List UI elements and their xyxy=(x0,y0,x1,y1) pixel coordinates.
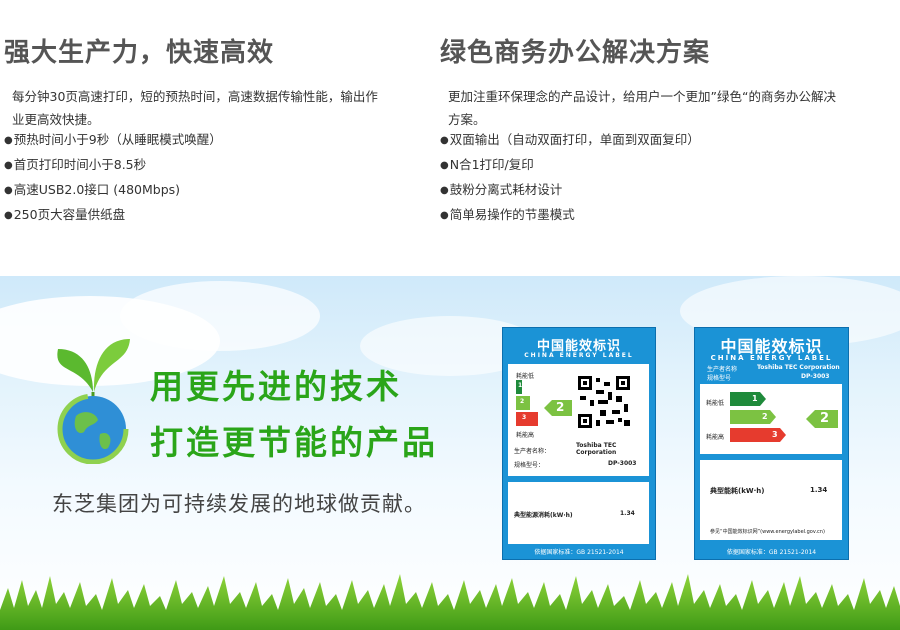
bullet-item: 预热时间小于9秒（从睡眠模式唤醒） xyxy=(4,128,222,153)
maker-value: Toshiba TEC Corporation xyxy=(757,364,840,371)
grade-3-text: 3 xyxy=(522,414,527,421)
high-energy-text: 耗能高 xyxy=(516,432,535,439)
label-energy-panel: 典型能耗(kW·h) 1.34 参见“中国能效标识网”(www.energyla… xyxy=(700,460,842,540)
label-standard: 依据国家标准：GB 21521-2014 xyxy=(534,549,624,556)
grade-bars-icon xyxy=(730,392,786,442)
maker-value: Toshiba TEC Corporation xyxy=(576,442,617,456)
grade-2-text: 2 xyxy=(520,398,525,405)
bullet-item: 鼓粉分离式耗材设计 xyxy=(440,178,700,203)
model-value: DP-3003 xyxy=(801,373,830,380)
grass-decoration xyxy=(0,574,900,630)
grade-1-text: 1 xyxy=(752,394,758,403)
model-value: DP-3003 xyxy=(608,460,637,467)
banner-subtitle: 东芝集团为可持续发展的地球做贡献。 xyxy=(52,492,426,516)
maker-label: 生产者名称： xyxy=(514,448,551,455)
productivity-title: 强大生产力，快速高效 xyxy=(4,38,275,68)
low-energy-text: 耗能低 xyxy=(516,373,535,380)
productivity-bullets: 预热时间小于9秒（从睡眠模式唤醒） 首页打印时间小于8.5秒 高速USB2.0接… xyxy=(4,128,222,228)
label-note: 参见“中国能效标识网”(www.energylabel.gov.cn) xyxy=(710,529,825,535)
bullet-item: 简单易操作的节墨模式 xyxy=(440,203,700,228)
high-energy-text: 耗能高 xyxy=(706,434,725,441)
bullet-item: 双面输出（自动双面打印，单面到双面复印） xyxy=(440,128,700,153)
grade-value: 2 xyxy=(820,411,830,426)
energy-value: 1.34 xyxy=(810,486,828,494)
model-label: 规格型号 xyxy=(707,375,732,382)
bullet-item: 高速USB2.0接口 (480Mbps) xyxy=(4,178,222,203)
label-grade-panel: 耗能低 1 2 3 耗能高 2 xyxy=(700,384,842,454)
model-label: 规格型号： xyxy=(514,462,545,469)
low-energy-text: 耗能低 xyxy=(706,400,725,407)
label-standard: 依据国家标准：GB 21521-2014 xyxy=(726,549,817,556)
label-main-panel: 耗能低 1 2 3 耗能高 2 生产者名称： Toshiba TEC Corpo… xyxy=(508,364,649,476)
qr-code-icon xyxy=(576,374,632,430)
slogan-line-1: 用更先进的技术 xyxy=(150,367,402,406)
grade-value: 2 xyxy=(556,400,565,414)
green-office-title: 绿色商务办公解决方案 xyxy=(440,38,711,68)
maker-label: 生产者名称 xyxy=(707,366,738,373)
bullet-item: 首页打印时间小于8.5秒 xyxy=(4,153,222,178)
bullet-item: N合1打印/复印 xyxy=(440,153,700,178)
green-office-description: 更加注重环保理念的产品设计，给用户一个更加”绿色“的商务办公解决方案。 xyxy=(448,89,836,127)
grade-2-text: 2 xyxy=(762,412,768,421)
energy-label: 典型能耗(kW·h) xyxy=(710,487,765,495)
energy-label: 典型能源消耗(kW·h) xyxy=(514,512,573,519)
eco-banner: 用更先进的技术 打造更节能的产品 东芝集团为可持续发展的地球做贡献。 中国能效标… xyxy=(0,276,900,630)
label-energy-panel: 典型能源消耗(kW·h) 1.34 xyxy=(508,482,649,544)
bullet-item: 250页大容量供纸盘 xyxy=(4,203,222,228)
label-subtitle: CHINA ENERGY LABEL xyxy=(524,352,634,359)
energy-label-large: 中国能效标识 CHINA ENERGY LABEL 生产者名称 Toshiba … xyxy=(694,327,849,560)
grade-1-text: 1 xyxy=(518,382,523,389)
energy-label-small: 中国能效标识 CHINA ENERGY LABEL 耗能低 1 2 3 耗能高 … xyxy=(502,327,656,560)
cloud-shape xyxy=(120,281,320,351)
green-office-bullets: 双面输出（自动双面打印，单面到双面复印） N合1打印/复印 鼓粉分离式耗材设计 … xyxy=(440,128,700,228)
productivity-description: 每分钟30页高速打印，短的预热时间，高速数据传输性能，输出作业更高效快捷。 xyxy=(12,89,378,127)
energy-value: 1.34 xyxy=(620,510,635,517)
eco-globe-icon xyxy=(57,339,130,464)
slogan-line-2: 打造更节能的产品 xyxy=(150,423,438,462)
grade-3-text: 3 xyxy=(772,430,778,439)
label-subtitle: CHINA ENERGY LABEL xyxy=(710,354,833,362)
